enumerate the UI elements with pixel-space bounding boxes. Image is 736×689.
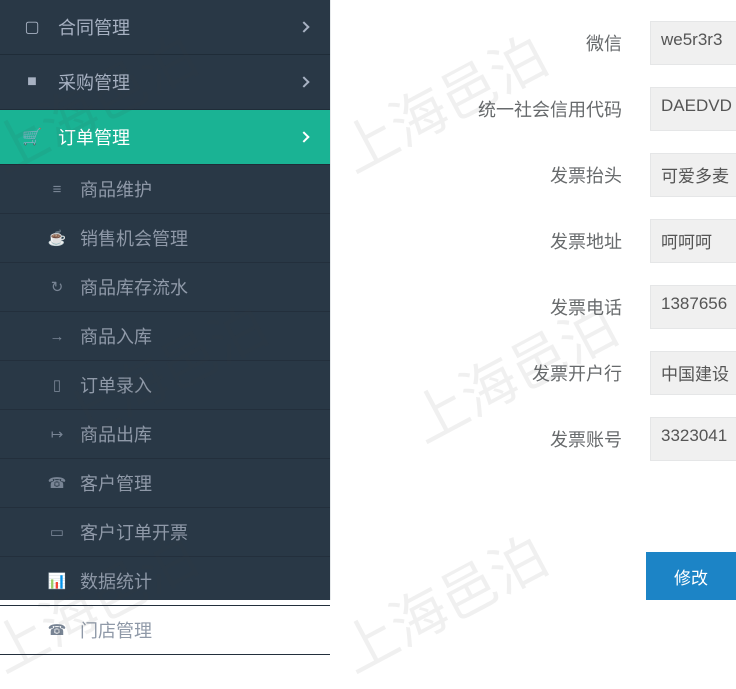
sidebar-sub-product-out[interactable]: ↦ 商品出库: [0, 410, 330, 459]
label-invoice-title: 发票抬头: [331, 162, 650, 188]
card-icon: ▭: [46, 523, 68, 541]
sidebar-item-purchase[interactable]: ■ 采购管理: [0, 55, 330, 110]
input-invoice-account[interactable]: 3323041: [650, 417, 736, 461]
label-invoice-account: 发票账号: [331, 426, 650, 452]
chevron-left-icon: [298, 76, 309, 87]
phone-icon: ☎: [46, 474, 68, 492]
sidebar-sub-customer-invoice[interactable]: ▭ 客户订单开票: [0, 508, 330, 557]
sidebar-item-label: 采购管理: [58, 69, 130, 95]
arrow-out-icon: ↦: [46, 425, 68, 443]
sidebar-item-label: 数据统计: [80, 568, 152, 594]
label-invoice-phone: 发票电话: [331, 294, 650, 320]
sidebar-item-label: 客户管理: [80, 470, 152, 496]
sidebar-item-label: 客户订单开票: [80, 519, 188, 545]
sidebar-item-label: 商品出库: [80, 421, 152, 447]
cup-icon: ☕: [46, 229, 68, 247]
document-icon: ▢: [22, 17, 42, 37]
chart-icon: 📊: [46, 572, 68, 590]
input-wechat[interactable]: we5r3r3: [650, 21, 736, 65]
sidebar-item-label: 商品库存流水: [80, 274, 188, 300]
input-invoice-phone[interactable]: 1387656: [650, 285, 736, 329]
form-area: 微信 we5r3r3 统一社会信用代码 DAEDVD 发票抬头 可爱多麦 发票地…: [331, 0, 736, 472]
input-invoice-address[interactable]: 呵呵呵: [650, 219, 736, 263]
sidebar-sub-order-entry[interactable]: ▯ 订单录入: [0, 361, 330, 410]
sidebar-item-order[interactable]: 🛒 订单管理: [0, 110, 330, 165]
bookmark-icon: ▯: [46, 376, 68, 394]
sidebar-item-label: 订单录入: [80, 372, 152, 398]
sidebar-item-label: 商品维护: [80, 176, 152, 202]
sidebar-item-label: 销售机会管理: [80, 225, 188, 251]
sidebar-item-contract[interactable]: ▢ 合同管理: [0, 0, 330, 55]
label-credit-code: 统一社会信用代码: [331, 96, 650, 122]
sidebar: ▢ 合同管理 ■ 采购管理 🛒 订单管理 ≡ 商品维护 ☕ 销售机会管理 ↻ 商…: [0, 0, 330, 600]
chevron-left-icon: [298, 21, 309, 32]
sidebar-sub-sales-opportunity[interactable]: ☕ 销售机会管理: [0, 214, 330, 263]
sidebar-sub-product-maintain[interactable]: ≡ 商品维护: [0, 165, 330, 214]
form-footer: 修改: [646, 552, 736, 600]
sidebar-sub-inventory-flow[interactable]: ↻ 商品库存流水: [0, 263, 330, 312]
input-invoice-title[interactable]: 可爱多麦: [650, 153, 736, 197]
label-wechat: 微信: [331, 30, 650, 56]
sidebar-item-label: 订单管理: [58, 124, 130, 150]
input-credit-code[interactable]: DAEDVD: [650, 87, 736, 131]
input-invoice-bank[interactable]: 中国建设: [650, 351, 736, 395]
sidebar-sub-product-in[interactable]: → 商品入库: [0, 312, 330, 361]
sidebar-sub-store-manage[interactable]: ☎ 门店管理: [0, 606, 330, 655]
box-icon: ■: [22, 73, 42, 91]
database-icon: ≡: [46, 181, 68, 198]
sidebar-sub-statistics[interactable]: 📊 数据统计: [0, 557, 330, 606]
store-icon: ☎: [46, 621, 68, 639]
main-content: 微信 we5r3r3 统一社会信用代码 DAEDVD 发票抬头 可爱多麦 发票地…: [330, 0, 736, 600]
sidebar-item-label: 商品入库: [80, 323, 152, 349]
label-invoice-address: 发票地址: [331, 228, 650, 254]
sidebar-sub-customer-manage[interactable]: ☎ 客户管理: [0, 459, 330, 508]
cart-icon: 🛒: [22, 127, 42, 147]
arrow-in-icon: →: [46, 328, 68, 345]
modify-button[interactable]: 修改: [646, 552, 736, 600]
sidebar-item-label: 合同管理: [58, 14, 130, 40]
refresh-icon: ↻: [46, 278, 68, 296]
sidebar-item-label: 门店管理: [80, 617, 152, 643]
chevron-left-icon: [298, 131, 309, 142]
label-invoice-bank: 发票开户行: [331, 360, 650, 386]
